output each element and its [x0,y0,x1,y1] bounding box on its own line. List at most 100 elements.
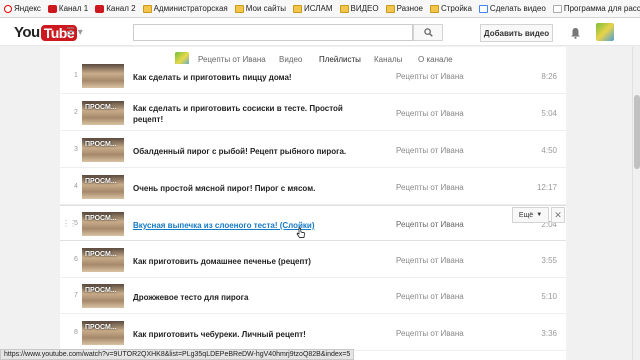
video-title-link[interactable]: Как сделать и приготовить пиццу дома! [133,72,373,83]
upload-video-button[interactable]: Добавить видео [480,24,553,42]
video-owner-link[interactable]: Рецепты от Ивана [396,256,464,265]
bookmark-item[interactable]: Программа для расс... [551,4,640,13]
playlist-row[interactable]: 3 ПРОСМ... Обалденный пирог с рыбой! Рецеп… [60,132,566,168]
browser-window: Яндекс Канал 1 Канал 2 Администраторская Мои… [0,0,640,360]
video-title-link[interactable]: Вкусная выпечка из слоеного теста! (Слой… [133,220,373,231]
video-duration: 5:04 [541,109,557,118]
bookmark-label: Администраторская [153,4,228,13]
bookmark-item[interactable]: Администраторская [141,4,230,13]
youtube-header: You Tube ☰ ▾ Добавить видео [0,18,640,46]
video-owner-link[interactable]: Рецепты от Ивана [396,72,464,81]
user-avatar[interactable] [596,23,614,41]
video-title-link[interactable]: Как сделать и приготовить сосиски в тест… [133,103,373,125]
search-icon [423,28,433,37]
bookmark-label: ВИДЕО [350,4,379,13]
bookmark-label: Канал 1 [58,4,89,13]
more-label: Ещё [518,211,534,219]
bookmark-item[interactable]: ИСЛАМ [291,4,335,13]
video-title-link[interactable]: Дрожжевое тесто для пирога [133,292,373,303]
video-duration: 3:55 [541,256,557,265]
video-owner-link[interactable]: Рецепты от Ивана [396,329,464,338]
logo-you-text: You [14,24,40,41]
bell-icon[interactable] [570,26,581,44]
playlist-row[interactable]: 8 ПРОСМ... Как приготовить чебуреки. Личны… [60,315,566,351]
yandex-icon [4,4,12,13]
video-duration: 3:36 [541,329,557,338]
video-title-link[interactable]: Обалденный пирог с рыбой! Рецепт рыбного… [133,146,373,157]
more-button[interactable]: Ещё ▼ [512,207,549,223]
video-thumbnail[interactable] [82,64,124,88]
youtube-icon [95,4,105,13]
hand-cursor-icon [296,226,306,244]
bookmark-label: Сделать видео [489,4,546,13]
playlist-row[interactable]: 1 Как сделать и приготовить пиццу дома! Ре… [60,58,566,94]
google-icon [478,4,488,13]
page-icon [552,4,562,13]
bookmark-item[interactable]: Яндекс [2,4,43,13]
bookmark-item[interactable]: Канал 2 [93,4,137,13]
video-title-link[interactable]: Как приготовить чебуреки. Личный рецепт! [133,329,373,340]
video-duration: 8:26 [541,72,557,81]
close-icon: ✕ [554,209,562,220]
video-thumbnail[interactable]: ПРОСМ... [82,321,124,345]
bookmark-label: Стройка [440,4,472,13]
bookmark-label: Мои сайты [245,4,286,13]
video-title-link[interactable]: Как приготовить домашнее печенье (рецепт… [133,256,373,267]
folder-icon [142,4,152,13]
search-input[interactable] [133,24,413,41]
bookmark-label: Канал 2 [106,4,136,13]
bookmark-item[interactable]: Разное [384,4,425,13]
video-owner-link[interactable]: Рецепты от Ивана [396,109,464,118]
video-owner-link[interactable]: Рецепты от Ивана [396,183,464,192]
bookmark-item[interactable]: Мои сайты [233,4,288,13]
bookmark-item[interactable]: Стройка [428,4,474,13]
video-thumbnail[interactable]: ПРОСМ... [82,212,124,236]
folder-icon [429,4,439,13]
video-thumbnail[interactable]: ПРОСМ... [82,248,124,272]
folder-icon [385,4,395,13]
video-thumbnail[interactable]: ПРОСМ... [82,101,124,125]
status-bar-url: https://www.youtube.com/watch?v=9UTOR2QX… [0,349,355,360]
video-title-link[interactable]: Очень простой мясной пирог! Пирог с мясо… [133,183,373,194]
video-duration: 12:17 [536,183,557,192]
playlist-row[interactable]: 6 ПРОСМ... Как приготовить домашнее печень… [60,242,566,278]
playlist-row[interactable]: ⋮⋮ 5 ПРОСМ... Вкусная выпечка из слоеного т… [60,205,566,241]
video-owner-link[interactable]: Рецепты от Ивана [396,146,464,155]
page-scrollbar[interactable] [632,47,640,360]
thumbnail-text: ПРОСМ... [85,141,117,148]
guide-menu-icon[interactable]: ☰ ▾ [66,27,83,38]
video-thumbnail[interactable]: ПРОСМ... [82,284,124,308]
search-button[interactable] [413,24,443,41]
remove-button[interactable]: ✕ [551,207,565,223]
thumbnail-text: ПРОСМ... [85,251,117,258]
video-thumbnail[interactable]: ПРОСМ... [82,138,124,162]
thumbnail-text: ПРОСМ... [85,215,117,222]
video-owner-link[interactable]: Рецепты от Ивана [396,292,464,301]
playlist-row[interactable]: 2 ПРОСМ... Как сделать и приготовить сосис… [60,95,566,131]
bookmark-item[interactable]: Сделать видео [477,4,548,13]
playlist-row[interactable]: 7 ПРОСМ... Дрожжевое тесто для пирога Рецеп… [60,278,566,314]
playlist-row[interactable]: 4 ПРОСМ... Очень простой мясной пирог! Пир… [60,169,566,205]
bookmark-item[interactable]: Канал 1 [46,4,90,13]
bookmark-label: ИСЛАМ [303,4,333,13]
folder-icon [339,4,349,13]
folder-icon [292,4,302,13]
chevron-down-icon: ▼ [536,212,543,218]
bookmark-label: Яндекс [14,4,41,13]
bookmark-label: Программа для расс... [563,4,640,13]
video-owner-link[interactable]: Рецепты от Ивана [396,220,464,229]
video-duration: 4:50 [541,146,557,155]
bookmark-label: Разное [396,4,423,13]
thumbnail-text: ПРОСМ... [85,287,117,294]
thumbnail-text: ПРОСМ... [85,178,117,185]
playlist-video-list: 1 Как сделать и приготовить пиццу дома! Ре… [60,64,566,360]
folder-icon [234,4,244,13]
bookmarks-bar: Яндекс Канал 1 Канал 2 Администраторская Мои… [0,0,640,18]
bookmark-item[interactable]: ВИДЕО [338,4,381,13]
scrollbar-thumb[interactable] [634,95,640,169]
video-duration: 5:10 [541,292,557,301]
youtube-icon [47,4,57,13]
thumbnail-text: ПРОСМ... [85,324,117,331]
thumbnail-text: ПРОСМ... [85,104,117,111]
video-thumbnail[interactable]: ПРОСМ... [82,175,124,199]
